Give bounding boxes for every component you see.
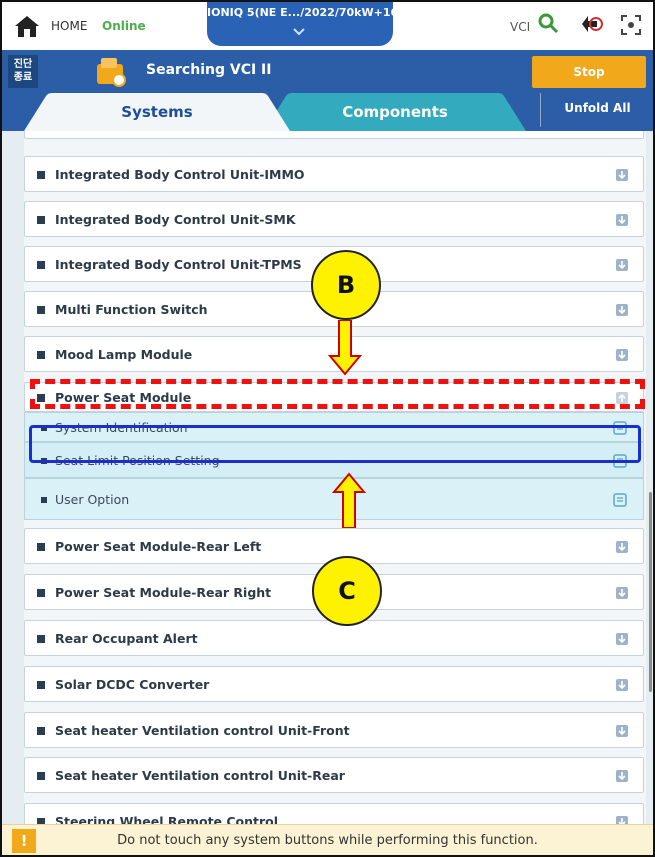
status-bar: 진단 종료 Searching VCI II Stop xyxy=(2,50,653,93)
tab-systems-label: Systems xyxy=(121,103,193,121)
list-item-partial-bottom[interactable]: Steering Wheel Remote Control xyxy=(24,803,644,824)
footer-warning-text: Do not touch any system buttons while pe… xyxy=(117,833,538,848)
list-item[interactable]: Seat heater Ventilation control Unit-Rea… xyxy=(24,757,644,793)
vci-connection-icon[interactable] xyxy=(579,12,603,36)
download-icon[interactable] xyxy=(615,348,629,362)
chevron-down-icon xyxy=(293,28,305,36)
highlight-power-seat-module xyxy=(30,379,645,409)
list-item-partial-top[interactable] xyxy=(24,131,644,139)
tab-bar: Components Systems Unfold All xyxy=(2,93,653,131)
download-icon[interactable] xyxy=(615,769,629,783)
bullet-icon xyxy=(37,261,45,269)
list-item[interactable]: Rear Occupant Alert xyxy=(24,620,644,656)
top-bar: HOME Online IONIQ 5(NE E.../2022/70kW+16… xyxy=(2,2,653,50)
download-icon[interactable] xyxy=(615,678,629,692)
list-item-label: Seat heater Ventilation control Unit-Fro… xyxy=(55,723,350,738)
bullet-icon xyxy=(37,681,45,689)
bullet-icon xyxy=(37,727,45,735)
list-item-label: Power Seat Module-Rear Right xyxy=(55,585,272,600)
list-item[interactable]: Integrated Body Control Unit-IMMO xyxy=(24,156,644,192)
footer-warning-bar: ! Do not touch any system buttons while … xyxy=(2,824,653,855)
search-icon[interactable] xyxy=(537,12,559,34)
bullet-icon xyxy=(37,635,45,643)
stop-button[interactable]: Stop xyxy=(532,56,646,88)
list-item-label: Integrated Body Control Unit-SMK xyxy=(55,212,296,227)
vci-label: VCI xyxy=(510,20,531,34)
screen-capture-icon[interactable] xyxy=(620,14,642,36)
bullet-icon xyxy=(37,306,45,314)
download-icon[interactable] xyxy=(615,168,629,182)
bullet-icon xyxy=(37,171,45,179)
download-icon[interactable] xyxy=(615,540,629,554)
callout-c: C xyxy=(312,556,382,626)
document-icon[interactable] xyxy=(613,493,627,507)
download-icon[interactable] xyxy=(615,258,629,272)
download-icon[interactable] xyxy=(615,213,629,227)
bullet-icon xyxy=(37,772,45,780)
scrollbar[interactable] xyxy=(649,492,652,692)
bullet-icon xyxy=(37,543,45,551)
list-item-label: Power Seat Module-Rear Left xyxy=(55,539,262,554)
diagnosis-end-button[interactable]: 진단 종료 xyxy=(8,55,38,88)
bullet-icon xyxy=(37,589,45,597)
status-message: Searching VCI II xyxy=(146,62,272,78)
download-icon[interactable] xyxy=(615,632,629,646)
list-item-label: Integrated Body Control Unit-TPMS xyxy=(55,257,302,272)
list-item-label: Integrated Body Control Unit-IMMO xyxy=(55,167,305,182)
list-item-label: Rear Occupant Alert xyxy=(55,631,198,646)
bullet-icon xyxy=(37,351,45,359)
home-label[interactable]: HOME xyxy=(51,19,87,33)
vehicle-info-tab[interactable]: IONIQ 5(NE E.../2022/70kW+160k... xyxy=(207,2,426,46)
online-status: Online xyxy=(102,19,146,33)
list-item[interactable]: Seat heater Ventilation control Unit-Fro… xyxy=(24,712,644,748)
arrow-down-icon xyxy=(328,320,362,376)
list-item[interactable]: Integrated Body Control Unit-SMK xyxy=(24,201,644,237)
vehicle-search-icon xyxy=(97,58,126,87)
bullet-icon xyxy=(41,497,47,503)
vehicle-info-text: IONIQ 5(NE E.../2022/70kW+160k... xyxy=(207,6,426,19)
download-icon[interactable] xyxy=(615,724,629,738)
download-icon[interactable] xyxy=(615,815,629,824)
unfold-all-button[interactable]: Unfold All xyxy=(540,93,653,127)
tab-systems[interactable]: Systems xyxy=(24,93,290,131)
list-item-label: Solar DCDC Converter xyxy=(55,677,210,692)
tab-components[interactable]: Components xyxy=(264,93,526,131)
home-icon[interactable] xyxy=(14,14,40,38)
list-item-label: Multi Function Switch xyxy=(55,302,208,317)
download-icon[interactable] xyxy=(615,586,629,600)
bullet-icon xyxy=(37,216,45,224)
callout-b: B xyxy=(311,250,381,320)
list-item-label: Mood Lamp Module xyxy=(55,347,193,362)
list-item-label: Seat heater Ventilation control Unit-Rea… xyxy=(55,768,345,783)
arrow-up-icon xyxy=(332,472,366,528)
list-item[interactable]: Solar DCDC Converter xyxy=(24,666,644,702)
diagnosis-end-label: 진단 종료 xyxy=(13,59,33,83)
list-item-label: Steering Wheel Remote Control xyxy=(55,814,279,824)
tab-components-label: Components xyxy=(342,103,448,121)
highlight-seat-limit-position-setting xyxy=(29,425,641,463)
sub-item-label: User Option xyxy=(55,492,130,507)
app-frame: HOME Online IONIQ 5(NE E.../2022/70kW+16… xyxy=(0,0,655,857)
download-icon[interactable] xyxy=(615,303,629,317)
